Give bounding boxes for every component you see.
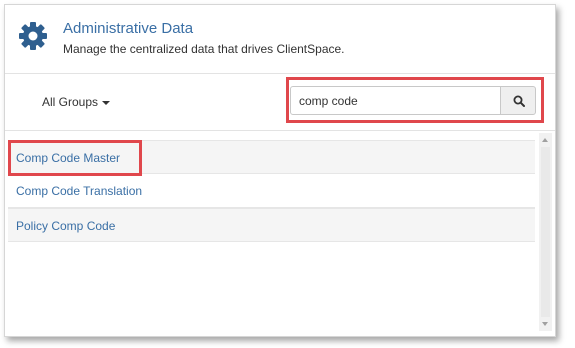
result-item-policy-comp-code[interactable]: Policy Comp Code [8,208,535,242]
caret-down-icon [102,100,111,105]
all-groups-label: All Groups [42,95,99,109]
result-item-label: Policy Comp Code [16,219,116,233]
scroll-down-arrow-icon[interactable] [542,322,548,326]
page-subtitle: Manage the centralized data that drives … [63,42,345,56]
result-item-comp-code-master[interactable]: Comp Code Master [8,140,535,174]
result-item-label: Comp Code Translation [16,184,143,198]
gear-icon [19,22,47,50]
result-item-comp-code-translation[interactable]: Comp Code Translation [8,174,535,208]
administrative-data-panel: Administrative Data Manage the centraliz… [4,4,556,337]
results-list: Comp Code Master Comp Code Translation P… [8,140,535,336]
search-input[interactable] [290,86,501,115]
scroll-up-arrow-icon[interactable] [542,138,548,142]
scroll-track[interactable] [541,147,550,317]
panel-header: Administrative Data Manage the centraliz… [5,5,555,74]
all-groups-dropdown[interactable]: All Groups [42,95,111,109]
page-title: Administrative Data [63,20,194,37]
vertical-scrollbar[interactable] [539,133,552,331]
search-icon [513,95,525,107]
result-item-label: Comp Code Master [16,151,121,165]
filter-toolbar: All Groups [5,73,555,131]
search-button[interactable] [500,86,536,115]
